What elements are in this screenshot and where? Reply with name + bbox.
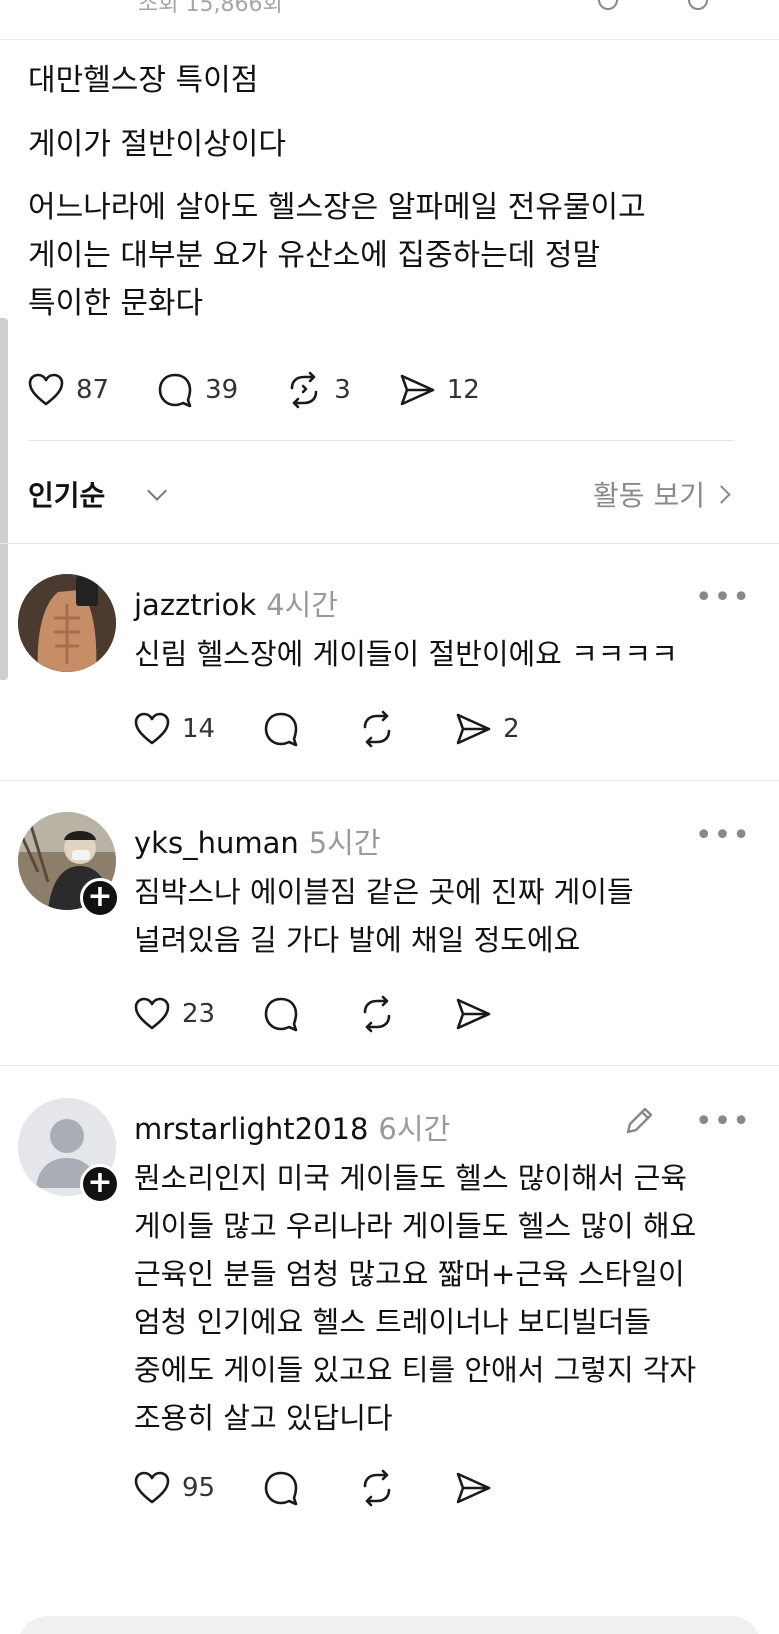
comment-button[interactable] <box>261 994 311 1034</box>
comment-button[interactable] <box>261 1468 311 1508</box>
divider <box>0 780 779 781</box>
like-count: 14 <box>182 714 216 744</box>
sort-dropdown[interactable]: 인기순 <box>28 474 105 514</box>
like-button[interactable]: 87 <box>26 370 109 410</box>
comment-time: 5시간 <box>308 826 381 860</box>
top-icon[interactable] <box>688 0 708 10</box>
comment-button[interactable]: 39 <box>155 370 238 410</box>
post-text-line: 어느나라에 살아도 헬스장은 알파메일 전유물이고 <box>28 190 646 225</box>
activity-link[interactable]: 활동 보기 <box>593 474 731 514</box>
chevron-down-icon[interactable] <box>147 481 167 501</box>
comment-actions: 95 <box>132 1468 549 1508</box>
comment-header: mrstarlight2018 6시간 <box>134 1106 450 1148</box>
comment-text-line: 게이들 많고 우리나라 게이들도 헬스 많이 해요 <box>134 1209 697 1243</box>
post-body: 대만헬스장 특이점 게이가 절반이상이다 어느나라에 살아도 헬스장은 알파메일… <box>28 64 748 328</box>
like-button[interactable]: 14 <box>132 709 215 749</box>
view-count: 조회 15,866회 <box>138 0 283 17</box>
like-button[interactable]: 95 <box>132 1468 215 1508</box>
comment-actions: 23 <box>132 994 549 1034</box>
share-button[interactable]: 2 <box>453 709 520 749</box>
comment-text-line: 뭔소리인지 미국 게이들도 헬스 많이해서 근육 <box>134 1161 688 1195</box>
share-count: 2 <box>503 714 520 744</box>
top-icon[interactable] <box>598 0 618 10</box>
share-icon <box>456 1472 491 1504</box>
like-button[interactable]: 23 <box>132 994 215 1034</box>
divider <box>0 1065 779 1066</box>
repost-button[interactable]: 3 <box>284 370 351 410</box>
like-count: 87 <box>76 375 110 405</box>
username[interactable]: yks_human <box>134 826 299 860</box>
avatar-image <box>18 574 116 672</box>
comment-time: 4시간 <box>266 588 338 622</box>
share-icon <box>400 374 435 406</box>
post-title: 대만헬스장 특이점 <box>28 63 259 98</box>
share-icon <box>456 998 491 1030</box>
repost-count: 3 <box>334 375 351 405</box>
username[interactable]: jazztriok <box>134 588 256 622</box>
comment-text-line: 엄청 인기에요 헬스 트레이너나 보디빌더들 <box>134 1305 652 1339</box>
edit-icon[interactable] <box>622 1104 656 1138</box>
repost-icon <box>290 371 318 409</box>
comment-icon <box>264 1471 298 1506</box>
avatar[interactable] <box>18 574 116 672</box>
share-count: 12 <box>446 375 480 405</box>
heart-icon <box>134 997 170 1030</box>
comment-icon <box>264 712 298 747</box>
repost-button[interactable] <box>357 709 407 749</box>
comment-icon <box>158 373 192 408</box>
comment-count: 39 <box>205 375 239 405</box>
post-actions: 87 39 3 12 <box>26 370 526 410</box>
follow-button[interactable]: + <box>80 1164 120 1204</box>
comment-text-line: 짐박스나 에이블짐 같은 곳에 진짜 게이들 <box>134 875 634 909</box>
more-options-button[interactable]: ••• <box>695 1104 751 1139</box>
heart-icon <box>134 712 170 745</box>
comment-actions: 14 2 <box>132 709 566 749</box>
share-button[interactable]: 12 <box>397 370 480 410</box>
comment-text-line: 조용히 살고 있답니다 <box>134 1401 393 1435</box>
follow-button[interactable]: + <box>80 878 120 918</box>
sort-bar: 인기순 활동 보기 <box>28 470 731 516</box>
share-button[interactable] <box>453 1468 503 1508</box>
repost-icon <box>363 995 391 1033</box>
comment-text-line: 널려있음 길 가다 발에 채일 정도에요 <box>134 923 581 957</box>
top-bar: 조회 15,866회 <box>0 0 779 40</box>
chevron-right-icon <box>712 484 731 504</box>
comment-text-line: 중에도 게이들 있고요 티를 안애서 그렇지 각자 <box>134 1353 697 1387</box>
post-text-line: 게이는 대부분 요가 유산소에 집중하는데 정말 <box>28 238 601 273</box>
more-options-button[interactable]: ••• <box>695 818 751 853</box>
heart-icon <box>134 1471 170 1504</box>
like-count: 23 <box>182 999 216 1029</box>
edge-scroll-handle[interactable] <box>0 318 8 680</box>
comment-text: 짐박스나 에이블짐 같은 곳에 진짜 게이들 널려있음 길 가다 발에 채일 정… <box>134 868 744 964</box>
comment-button[interactable] <box>261 709 311 749</box>
share-button[interactable] <box>453 994 503 1034</box>
repost-icon <box>363 710 391 748</box>
comment-header: jazztriok 4시간 <box>134 582 338 624</box>
heart-icon <box>28 373 64 406</box>
repost-button[interactable] <box>357 1468 407 1508</box>
divider <box>0 543 779 544</box>
divider <box>28 440 734 441</box>
post-text: 어느나라에 살아도 헬스장은 알파메일 전유물이고 게이는 대부분 요가 유산소… <box>28 184 748 328</box>
comment-icon <box>264 997 298 1032</box>
reply-input-bar[interactable] <box>18 1616 761 1634</box>
post-line: 게이가 절반이상이다 <box>28 127 286 162</box>
repost-button[interactable] <box>357 994 407 1034</box>
activity-label: 활동 보기 <box>593 479 705 512</box>
comment-time: 6시간 <box>378 1112 451 1146</box>
share-icon <box>456 713 491 745</box>
post-text-line: 특이한 문화다 <box>28 286 204 321</box>
comment-header: yks_human 5시간 <box>134 820 381 862</box>
comment-text: 신림 헬스장에 게이들이 절반이에요 ㅋㅋㅋㅋ <box>134 630 744 678</box>
username[interactable]: mrstarlight2018 <box>134 1112 368 1146</box>
comment-text-line: 신림 헬스장에 게이들이 절반이에요 ㅋㅋㅋㅋ <box>134 637 678 671</box>
comment-text: 뭔소리인지 미국 게이들도 헬스 많이해서 근육 게이들 많고 우리나라 게이들… <box>134 1154 744 1442</box>
like-count: 95 <box>182 1473 216 1503</box>
comment-text-line: 근육인 분들 엄청 많고요 짧머+근육 스타일이 <box>134 1257 685 1291</box>
more-options-button[interactable]: ••• <box>695 580 751 615</box>
repost-icon <box>363 1469 391 1507</box>
